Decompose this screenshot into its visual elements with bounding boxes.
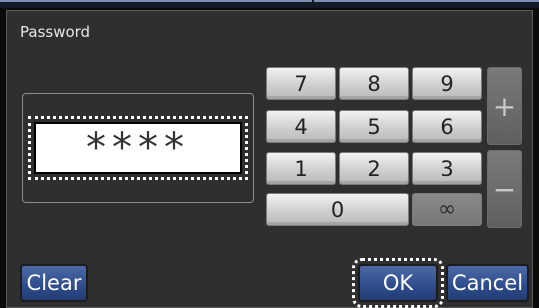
key-7[interactable]: 7 (266, 67, 336, 100)
key-6[interactable]: 6 (412, 110, 482, 143)
decrement-button[interactable]: − (487, 150, 522, 228)
key-3[interactable]: 3 (412, 152, 482, 185)
key-4[interactable]: 4 (266, 110, 336, 143)
cancel-button[interactable]: Cancel (446, 264, 529, 302)
password-input[interactable]: **** (28, 116, 248, 180)
increment-button[interactable]: + (487, 67, 522, 145)
key-1[interactable]: 1 (266, 152, 336, 185)
screen-frame: Password **** 7 8 9 4 5 6 1 2 3 0 ∞ + − … (0, 0, 539, 308)
key-0[interactable]: 0 (266, 193, 409, 226)
key-8[interactable]: 8 (339, 67, 409, 100)
ok-button[interactable]: OK (352, 258, 444, 308)
top-strip-line-right (314, 0, 539, 2)
key-5[interactable]: 5 (339, 110, 409, 143)
key-9[interactable]: 9 (412, 67, 482, 100)
dialog-title: Password (20, 23, 91, 41)
key-2[interactable]: 2 (339, 152, 409, 185)
clear-button[interactable]: Clear (20, 264, 88, 302)
top-strip-line-left (0, 0, 312, 2)
top-strip (0, 0, 539, 8)
key-infinity[interactable]: ∞ (412, 193, 482, 226)
